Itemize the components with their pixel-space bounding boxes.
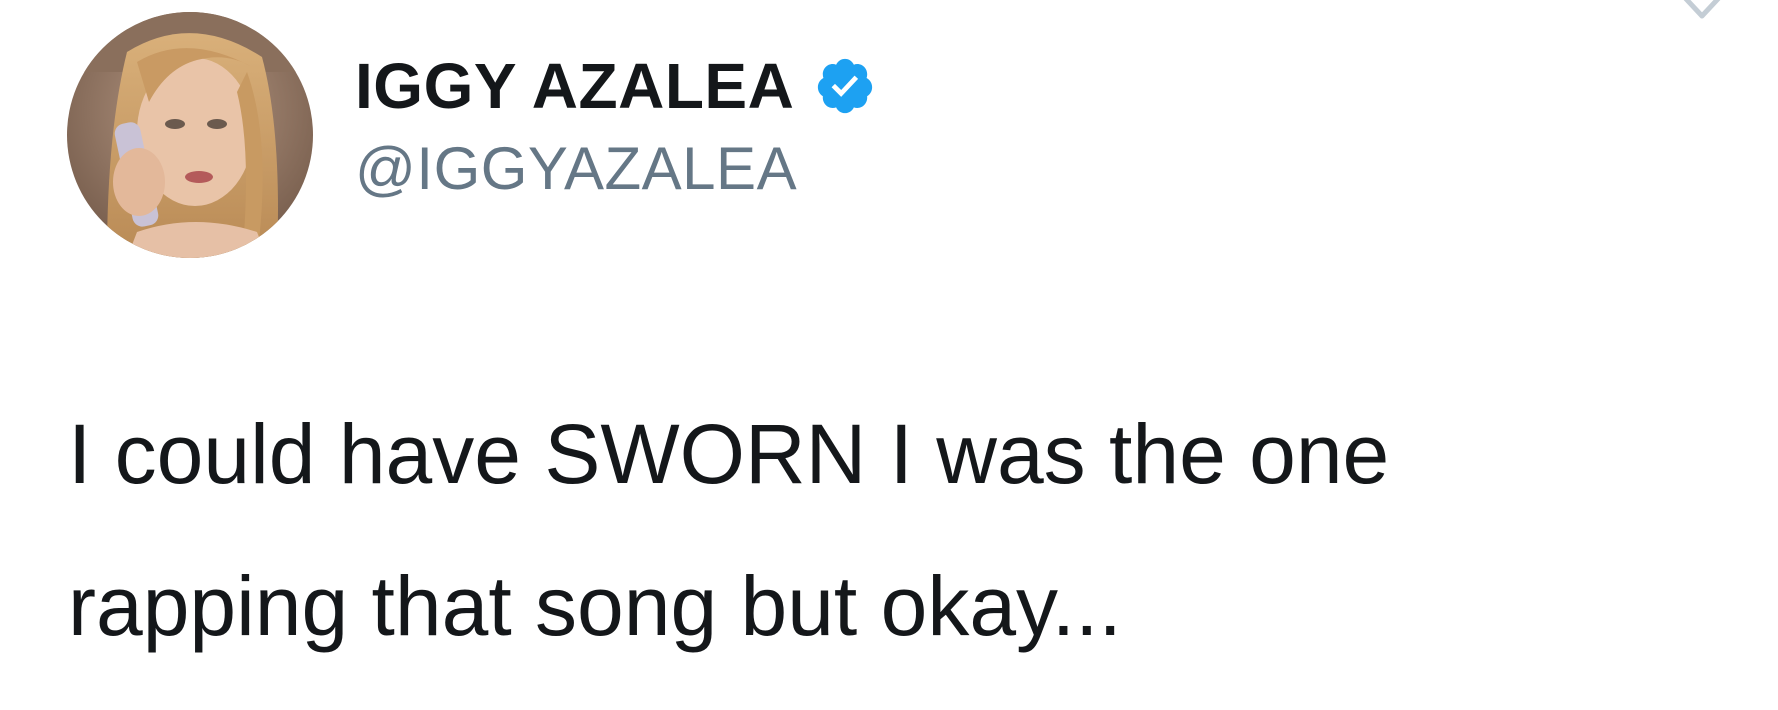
author-info: IGGY AZALEA @IGGYAZALEA — [355, 46, 876, 203]
tweet-text: I could have SWORN I was the one rapping… — [68, 407, 1390, 653]
display-name[interactable]: IGGY AZALEA — [355, 49, 794, 123]
user-handle[interactable]: @IGGYAZALEA — [355, 134, 876, 203]
verified-badge-icon — [814, 55, 876, 117]
user-avatar-photo — [67, 12, 313, 258]
chevron-down-icon[interactable] — [1670, 0, 1734, 24]
avatar[interactable] — [67, 12, 313, 258]
tweet-card: IGGY AZALEA @IGGYAZALEA I could have SWO… — [0, 0, 1778, 710]
name-row: IGGY AZALEA — [355, 46, 876, 126]
